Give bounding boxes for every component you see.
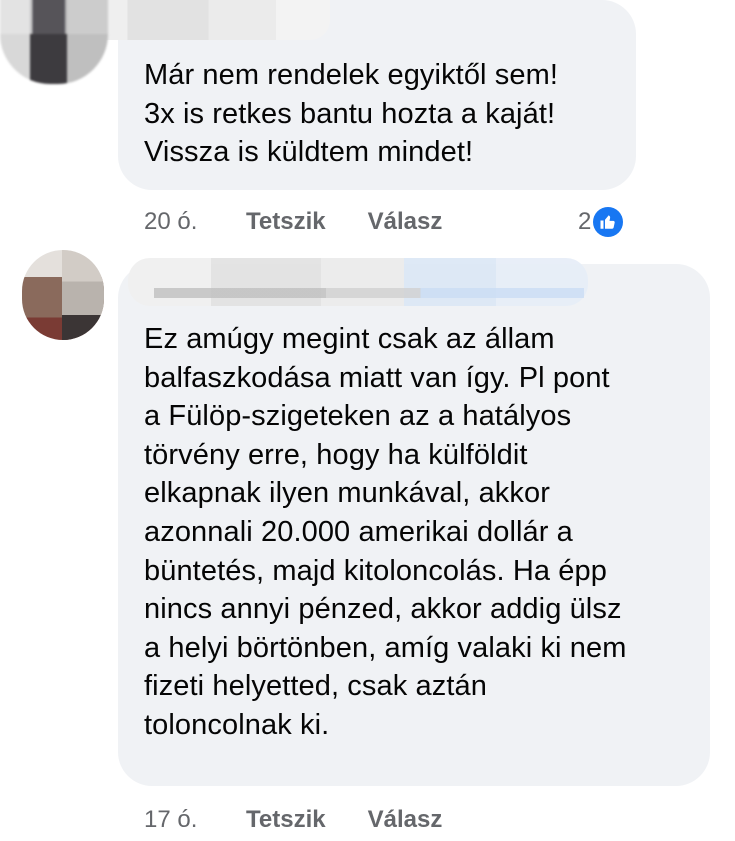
avatar[interactable] <box>22 250 104 340</box>
comment-actions: 17 ó. Tetszik Válasz <box>144 802 484 838</box>
comment-timestamp[interactable]: 20 ó. <box>144 208 246 236</box>
comment-text: Már nem rendelek egyiktől sem! 3x is ret… <box>144 59 558 169</box>
reply-button[interactable]: Válasz <box>368 208 443 236</box>
avatar[interactable] <box>0 0 108 84</box>
reply-button[interactable]: Válasz <box>368 806 443 834</box>
comment-text: Ez amúgy megint csak az állam balfaszkod… <box>144 323 627 741</box>
comment-timestamp[interactable]: 17 ó. <box>144 806 246 834</box>
comment-thread: Már nem rendelek egyiktől sem! 3x is ret… <box>0 0 735 841</box>
like-button[interactable]: Tetszik <box>246 806 326 834</box>
blurred-author-name <box>128 258 588 306</box>
like-button[interactable]: Tetszik <box>246 208 326 236</box>
reaction-count: 2 <box>578 208 592 235</box>
comment-actions: 20 ó. Tetszik Válasz <box>144 204 484 240</box>
thumbs-up-icon <box>593 207 624 237</box>
reaction-summary[interactable]: 2 <box>578 204 624 240</box>
